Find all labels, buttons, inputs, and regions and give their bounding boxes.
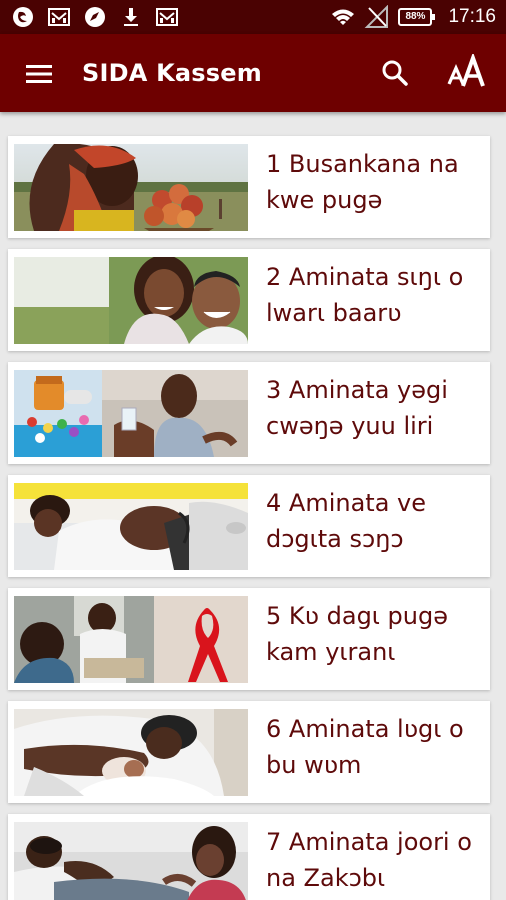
- chapter-image-woman-taking-pills: [14, 370, 248, 457]
- notification-icons: [10, 5, 180, 29]
- hamburger-menu-icon[interactable]: [20, 58, 60, 90]
- chapter-title: 5 Kʋ dagɩ pugə kam yɩranɩ: [266, 602, 448, 666]
- chapter-list: 1 Busankana na kwe pugə 2 Aminata sɩŋɩ o…: [0, 112, 506, 900]
- system-icons: 88% 17:16: [330, 5, 496, 29]
- chapter-title: 3 Aminata yəgi cwəŋə yuu liri: [266, 376, 448, 440]
- battery-icon: 88%: [398, 8, 436, 26]
- chapter-image-clinic-red-ribbon: [14, 596, 248, 683]
- chapter-title: 6 Aminata lʋgɩ o bu wʋm: [266, 715, 464, 779]
- chapter-card[interactable]: 2 Aminata sɩŋɩ o lwarɩ baarʋ: [8, 249, 490, 351]
- mail-icon: [156, 8, 178, 26]
- status-bar: 88% 17:16: [0, 0, 506, 34]
- battery-level: 88%: [405, 11, 426, 22]
- chapter-card[interactable]: 7 Aminata joori o na Zakɔbɩ: [8, 814, 490, 900]
- chapter-card[interactable]: 5 Kʋ dagɩ pugə kam yɩranɩ: [8, 588, 490, 690]
- mail-icon: [48, 8, 70, 26]
- chapter-card[interactable]: 4 Aminata ve dɔgɩta sɔŋɔ: [8, 475, 490, 577]
- clock: 17:16: [448, 6, 496, 27]
- chapter-image-pregnant-woman-checkup: [14, 483, 248, 570]
- chapter-title: 7 Aminata joori o na Zakɔbɩ: [266, 828, 472, 892]
- download-icon: [124, 8, 138, 26]
- no-signal-icon: [365, 5, 389, 28]
- app-logo-icon: [13, 7, 33, 27]
- chapter-image-couple-smiling: [14, 257, 248, 344]
- chapter-card[interactable]: 6 Aminata lʋgɩ o bu wʋm: [8, 701, 490, 803]
- app-title: SIDA Kassem: [82, 59, 262, 87]
- chapter-card[interactable]: 1 Busankana na kwe pugə: [8, 136, 490, 238]
- search-icon[interactable]: [378, 56, 412, 90]
- wifi-icon: [332, 9, 355, 25]
- chapter-image-man-and-woman-sick: [14, 822, 248, 900]
- chapter-title: 2 Aminata sɩŋɩ o lwarɩ baarʋ: [266, 263, 464, 327]
- chapter-title: 4 Aminata ve dɔgɩta sɔŋɔ: [266, 489, 426, 553]
- chapter-title: 1 Busankana na kwe pugə: [266, 150, 459, 214]
- chapter-image-mother-with-baby: [14, 709, 248, 796]
- chapter-image-woman-carrying-fruit: [14, 144, 248, 231]
- font-size-icon[interactable]: [446, 54, 490, 90]
- app-bar: SIDA Kassem: [0, 34, 506, 112]
- chapter-card[interactable]: 3 Aminata yəgi cwəŋə yuu liri: [8, 362, 490, 464]
- compass-icon: [85, 7, 105, 27]
